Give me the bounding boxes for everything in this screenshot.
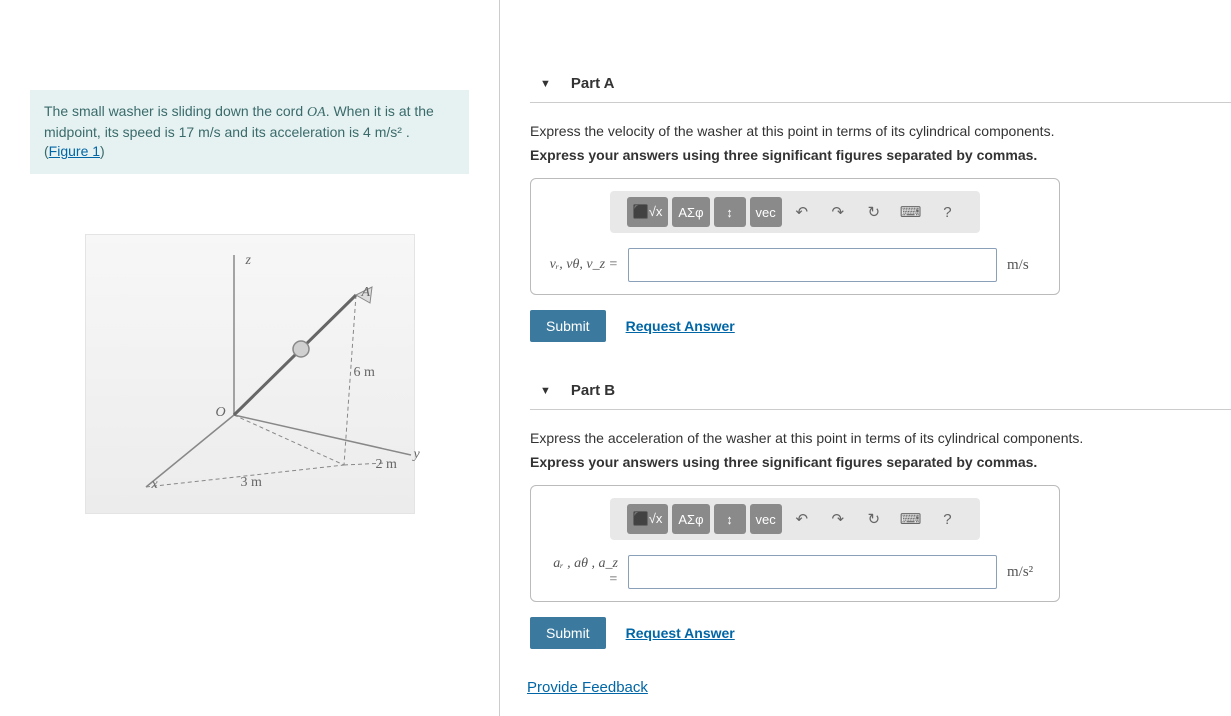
part-a-instr1: Express the velocity of the washer at th…	[530, 123, 1231, 139]
templates-button[interactable]: ⬛√x	[627, 504, 669, 534]
dim-2m: 2 m	[376, 457, 397, 473]
problem-statement: The small washer is sliding down the cor…	[30, 90, 469, 174]
help-button[interactable]: ?	[931, 197, 963, 227]
keyboard-button[interactable]: ⌨	[894, 197, 928, 227]
right-column: ▼ Part A Express the velocity of the was…	[500, 0, 1231, 716]
part-a-submit-button[interactable]: Submit	[530, 310, 606, 342]
part-a-var-label: vᵣ, vθ, v_z =	[543, 257, 618, 273]
reset-button[interactable]: ↻	[858, 197, 890, 227]
part-a-body: Express the velocity of the washer at th…	[530, 123, 1231, 342]
dim-3m: 3 m	[241, 475, 262, 491]
subscript-button[interactable]: ↕	[714, 504, 746, 534]
part-a-instr2: Express your answers using three signifi…	[530, 147, 1231, 163]
part-b-unit: m/s²	[1007, 564, 1047, 581]
part-b-var-label: aᵣ , aθ , a_z =	[543, 556, 618, 588]
vector-button[interactable]: vec	[750, 197, 782, 227]
figure-area: z A 6 m O y 2 m 3 m x	[30, 234, 469, 514]
greek-button[interactable]: ΑΣφ	[672, 197, 709, 227]
undo-button[interactable]: ↶	[786, 197, 818, 227]
undo-button[interactable]: ↶	[786, 504, 818, 534]
provide-feedback-link[interactable]: Provide Feedback	[527, 679, 648, 696]
point-A-label: A	[362, 285, 371, 301]
axis-z-label: z	[246, 253, 251, 269]
part-b-submit-button[interactable]: Submit	[530, 617, 606, 649]
problem-text-post: )	[100, 143, 105, 159]
redo-button[interactable]: ↷	[822, 197, 854, 227]
problem-OA: OA	[307, 105, 326, 120]
part-a-answer-input[interactable]	[628, 248, 997, 282]
templates-icon: ⬛√x	[633, 511, 663, 527]
part-a-submit-row: Submit Request Answer	[530, 310, 1231, 342]
chevron-down-icon: ▼	[540, 385, 551, 397]
part-a-header[interactable]: ▼ Part A	[530, 65, 1231, 103]
keyboard-button[interactable]: ⌨	[894, 504, 928, 534]
part-b-toolbar: ⬛√x ΑΣφ ↕ vec ↶ ↷ ↻ ⌨ ?	[610, 498, 980, 540]
templates-button[interactable]: ⬛√x	[627, 197, 669, 227]
redo-button[interactable]: ↷	[822, 504, 854, 534]
templates-icon: ⬛√x	[633, 204, 663, 220]
part-a-request-answer-link[interactable]: Request Answer	[626, 318, 735, 334]
subscript-button[interactable]: ↕	[714, 197, 746, 227]
figure-box: z A 6 m O y 2 m 3 m x	[85, 234, 415, 514]
part-b-instr2: Express your answers using three signifi…	[530, 454, 1231, 470]
dim-6m: 6 m	[354, 365, 375, 381]
left-column: The small washer is sliding down the cor…	[0, 0, 500, 716]
part-a-toolbar: ⬛√x ΑΣφ ↕ vec ↶ ↷ ↻ ⌨ ?	[610, 191, 980, 233]
axis-x-label: x	[152, 477, 158, 493]
part-a-unit: m/s	[1007, 257, 1047, 274]
part-b-body: Express the acceleration of the washer a…	[530, 430, 1231, 649]
part-b-request-answer-link[interactable]: Request Answer	[626, 625, 735, 641]
part-b-answer-input[interactable]	[628, 555, 997, 589]
problem-text-pre: The small washer is sliding down the cor…	[44, 103, 307, 119]
part-b-title: Part B	[571, 382, 615, 399]
part-b-answer-box: ⬛√x ΑΣφ ↕ vec ↶ ↷ ↻ ⌨ ? aᵣ , aθ , a_z = …	[530, 485, 1060, 602]
axis-y-label: y	[414, 447, 420, 463]
part-b-instr1: Express the acceleration of the washer a…	[530, 430, 1231, 446]
origin-O-label: O	[216, 405, 226, 421]
part-b-header[interactable]: ▼ Part B	[530, 372, 1231, 410]
part-a-answer-box: ⬛√x ΑΣφ ↕ vec ↶ ↷ ↻ ⌨ ? vᵣ, vθ, v_z = m/…	[530, 178, 1060, 295]
chevron-down-icon: ▼	[540, 78, 551, 90]
greek-button[interactable]: ΑΣφ	[672, 504, 709, 534]
part-b-input-row: aᵣ , aθ , a_z = m/s²	[543, 555, 1047, 589]
part-b-submit-row: Submit Request Answer	[530, 617, 1231, 649]
part-a-title: Part A	[571, 75, 615, 92]
vector-button[interactable]: vec	[750, 504, 782, 534]
help-button[interactable]: ?	[931, 504, 963, 534]
figure-link[interactable]: Figure 1	[49, 143, 100, 159]
reset-button[interactable]: ↻	[858, 504, 890, 534]
part-a-input-row: vᵣ, vθ, v_z = m/s	[543, 248, 1047, 282]
